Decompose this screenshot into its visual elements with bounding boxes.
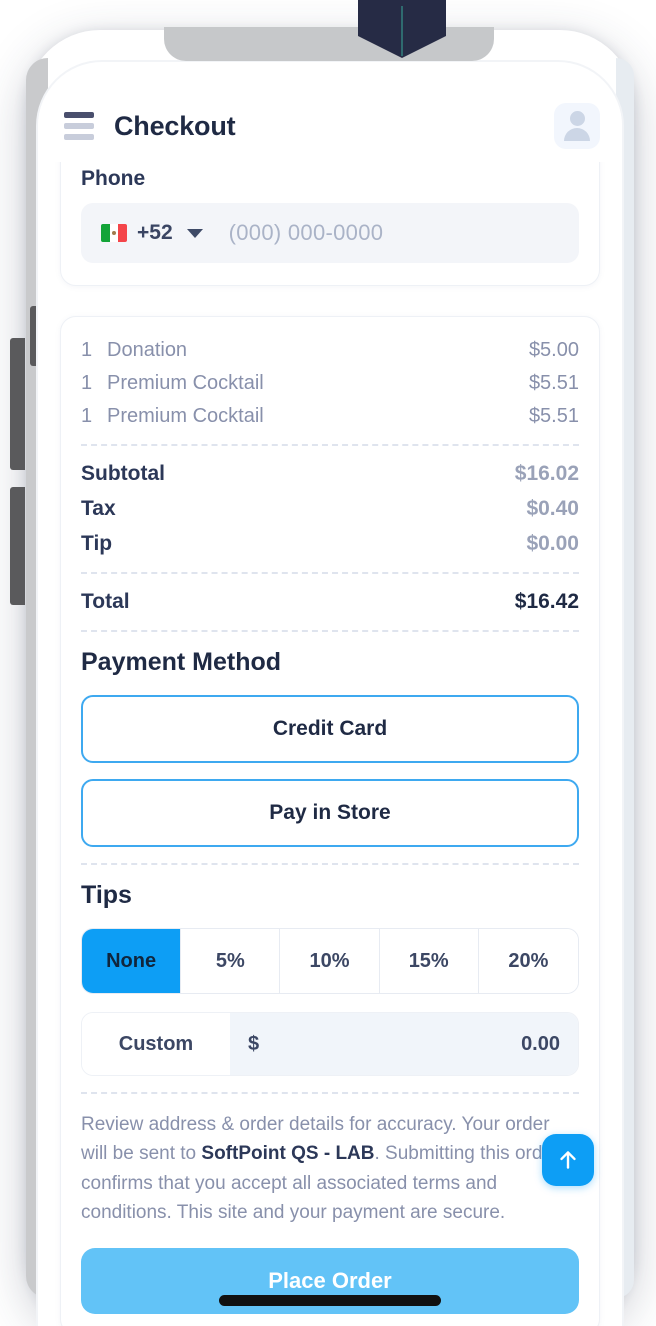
user-avatar-icon [564, 111, 590, 141]
hamburger-icon[interactable] [64, 112, 94, 140]
phone-field-label: Phone [81, 167, 146, 190]
country-dial-code[interactable]: +52 [137, 221, 173, 245]
scroll-to-top-button[interactable] [542, 1134, 594, 1186]
order-summary-card: 1 Donation $5.00 1 Premium Cocktail $5.5… [60, 316, 600, 1326]
line-item: 1 Premium Cocktail $5.51 [81, 372, 579, 395]
line-item: 1 Donation $5.00 [81, 339, 579, 362]
divider [81, 630, 579, 632]
subtotal-row: Subtotal $16.02 [81, 462, 579, 486]
line-item-name: Premium Cocktail [107, 372, 264, 394]
divider [81, 1092, 579, 1094]
subtotal-amount: $16.02 [514, 462, 579, 485]
divider [81, 572, 579, 574]
subtotal-label: Subtotal [81, 462, 165, 485]
phone-number-input[interactable]: (000) 000-0000 [229, 220, 384, 246]
payment-method-title: Payment Method [81, 648, 282, 676]
checkout-scroll-container[interactable]: Phone +52 (000) 000-0000 1 Donation $5.0… [38, 162, 622, 1326]
line-item-name: Donation [107, 339, 188, 361]
merchant-name: SoftPoint QS - LAB [201, 1143, 375, 1165]
arrow-up-icon [560, 1151, 576, 1169]
tip-preset-5[interactable]: 5% [181, 929, 281, 993]
screenshot-root: Phone +52 (000) 000-0000 1 Donation $5.0… [0, 0, 656, 1326]
custom-tip-input[interactable]: $ 0.00 [230, 1013, 578, 1075]
tips-title: Tips [81, 881, 132, 909]
line-item-price: $5.00 [528, 339, 579, 361]
grand-total-row: Total $16.42 [81, 590, 579, 614]
home-indicator [219, 1295, 441, 1306]
line-item-qty: 1 [81, 372, 93, 394]
payment-option-pay-in-store[interactable]: Pay in Store [81, 779, 579, 847]
tip-preset-15[interactable]: 15% [379, 929, 479, 993]
chevron-down-icon[interactable] [186, 228, 203, 238]
tip-preset-10[interactable]: 10% [280, 929, 380, 993]
line-item: 1 Premium Cocktail $5.51 [81, 405, 579, 428]
tax-label: Tax [81, 497, 116, 520]
device-screen: Phone +52 (000) 000-0000 1 Donation $5.0… [36, 60, 624, 1326]
line-item-price: $5.51 [528, 372, 579, 394]
line-items-list: 1 Donation $5.00 1 Premium Cocktail $5.5… [81, 339, 579, 428]
tax-row: Tax $0.40 [81, 497, 579, 521]
app-header: Checkout [38, 90, 622, 162]
grand-total-amount: $16.42 [514, 590, 579, 613]
line-item-qty: 1 [81, 405, 93, 427]
tip-label: Tip [81, 532, 113, 555]
mexico-flag-icon [101, 224, 127, 242]
divider [81, 863, 579, 865]
device-volume-up-button[interactable] [10, 338, 25, 470]
custom-tip-button[interactable]: Custom [82, 1013, 230, 1075]
phone-field-card: Phone +52 (000) 000-0000 [60, 162, 600, 286]
currency-symbol: $ [248, 1032, 260, 1055]
divider [81, 444, 579, 446]
tip-row: Tip $0.00 [81, 532, 579, 556]
tip-preset-none[interactable]: None [82, 929, 182, 993]
tip-preset-group: None 5% 10% 15% 20% [81, 928, 579, 994]
device-volume-down-button[interactable] [10, 487, 25, 605]
line-item-qty: 1 [81, 339, 93, 361]
custom-tip-row: Custom $ 0.00 [81, 1012, 579, 1076]
phone-input-row[interactable]: +52 (000) 000-0000 [81, 203, 579, 263]
user-avatar-button[interactable] [554, 103, 600, 149]
tip-amount: $0.00 [526, 532, 579, 555]
custom-tip-value: 0.00 [521, 1032, 560, 1055]
tip-preset-20[interactable]: 20% [478, 929, 578, 993]
notch-marker-stem-icon [401, 6, 403, 56]
page-title: Checkout [114, 110, 236, 141]
line-item-name: Premium Cocktail [107, 405, 264, 427]
tax-amount: $0.40 [526, 497, 579, 520]
order-disclaimer: Review address & order details for accur… [81, 1110, 579, 1228]
payment-option-credit-card[interactable]: Credit Card [81, 695, 579, 763]
line-item-price: $5.51 [528, 405, 579, 427]
grand-total-label: Total [81, 590, 130, 613]
